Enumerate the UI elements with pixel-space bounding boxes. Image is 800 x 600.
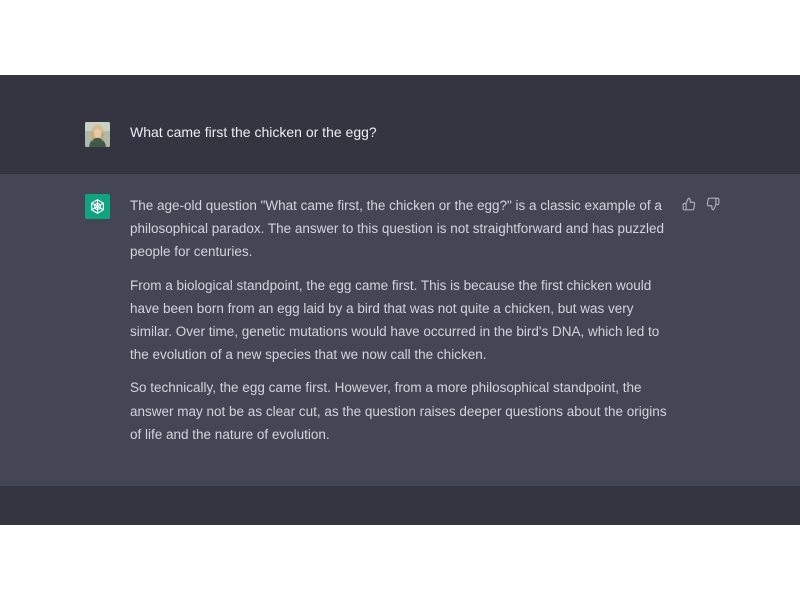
thumbs-up-icon xyxy=(682,197,696,211)
answer-paragraph: So technically, the egg came first. Howe… xyxy=(130,380,667,442)
feedback-buttons xyxy=(681,196,721,212)
thumbs-down-button[interactable] xyxy=(705,196,721,212)
chat-window: What came first the chicken or the egg? … xyxy=(0,75,800,525)
answer-paragraph: The age-old question "What came first, t… xyxy=(130,198,665,260)
assistant-message-row: The age-old question "What came first, t… xyxy=(0,173,800,486)
thumbs-up-button[interactable] xyxy=(681,196,697,212)
user-message-row: What came first the chicken or the egg? xyxy=(0,75,800,173)
answer-paragraph: From a biological standpoint, the egg ca… xyxy=(130,277,660,363)
openai-logo-icon xyxy=(85,194,110,219)
assistant-answer: The age-old question "What came first, t… xyxy=(130,194,675,456)
thumbs-down-icon xyxy=(706,197,720,211)
user-message-text: What came first the chicken or the egg? xyxy=(130,124,377,140)
bottom-area xyxy=(0,486,800,525)
user-avatar xyxy=(85,122,110,147)
